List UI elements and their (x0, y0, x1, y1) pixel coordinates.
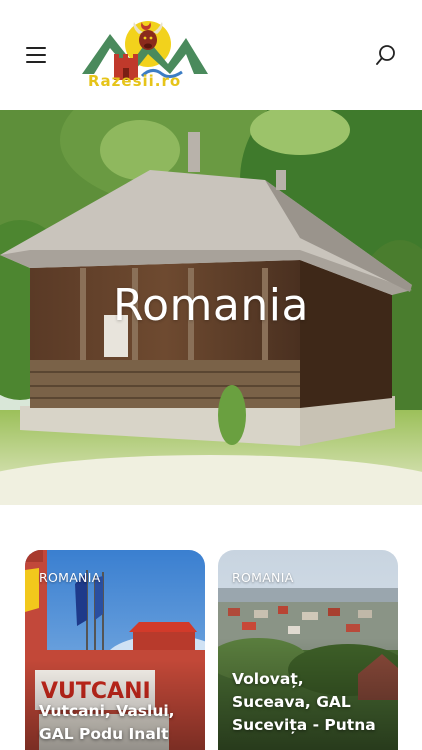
hamburger-menu-icon[interactable] (26, 45, 48, 65)
post-card-volovat[interactable]: ROMANIA Volovaț, Suceava, GAL Sucevița -… (218, 550, 398, 750)
post-card-category[interactable]: ROMANIA (39, 570, 101, 585)
hero-banner: Romania (0, 110, 422, 505)
post-card-category[interactable]: ROMANIA (232, 570, 294, 585)
site-header: Razesii.ro (0, 0, 422, 110)
post-card-title[interactable]: Vutcani, Vaslui, GAL Podu Inalt (39, 700, 199, 746)
site-logo[interactable]: Razesii.ro (82, 18, 208, 94)
post-cards: VUTCANI ROMANIA Vutcani, Vaslui, GAL Pod… (0, 505, 422, 750)
post-card-title[interactable]: Volovaț, Suceava, GAL Sucevița - Putna (232, 668, 382, 737)
logo-text: Razesii.ro (88, 72, 182, 90)
hero-title: Romania (113, 280, 309, 331)
post-card-vutcani[interactable]: VUTCANI ROMANIA Vutcani, Vaslui, GAL Pod… (25, 550, 205, 750)
search-icon[interactable] (374, 44, 398, 68)
